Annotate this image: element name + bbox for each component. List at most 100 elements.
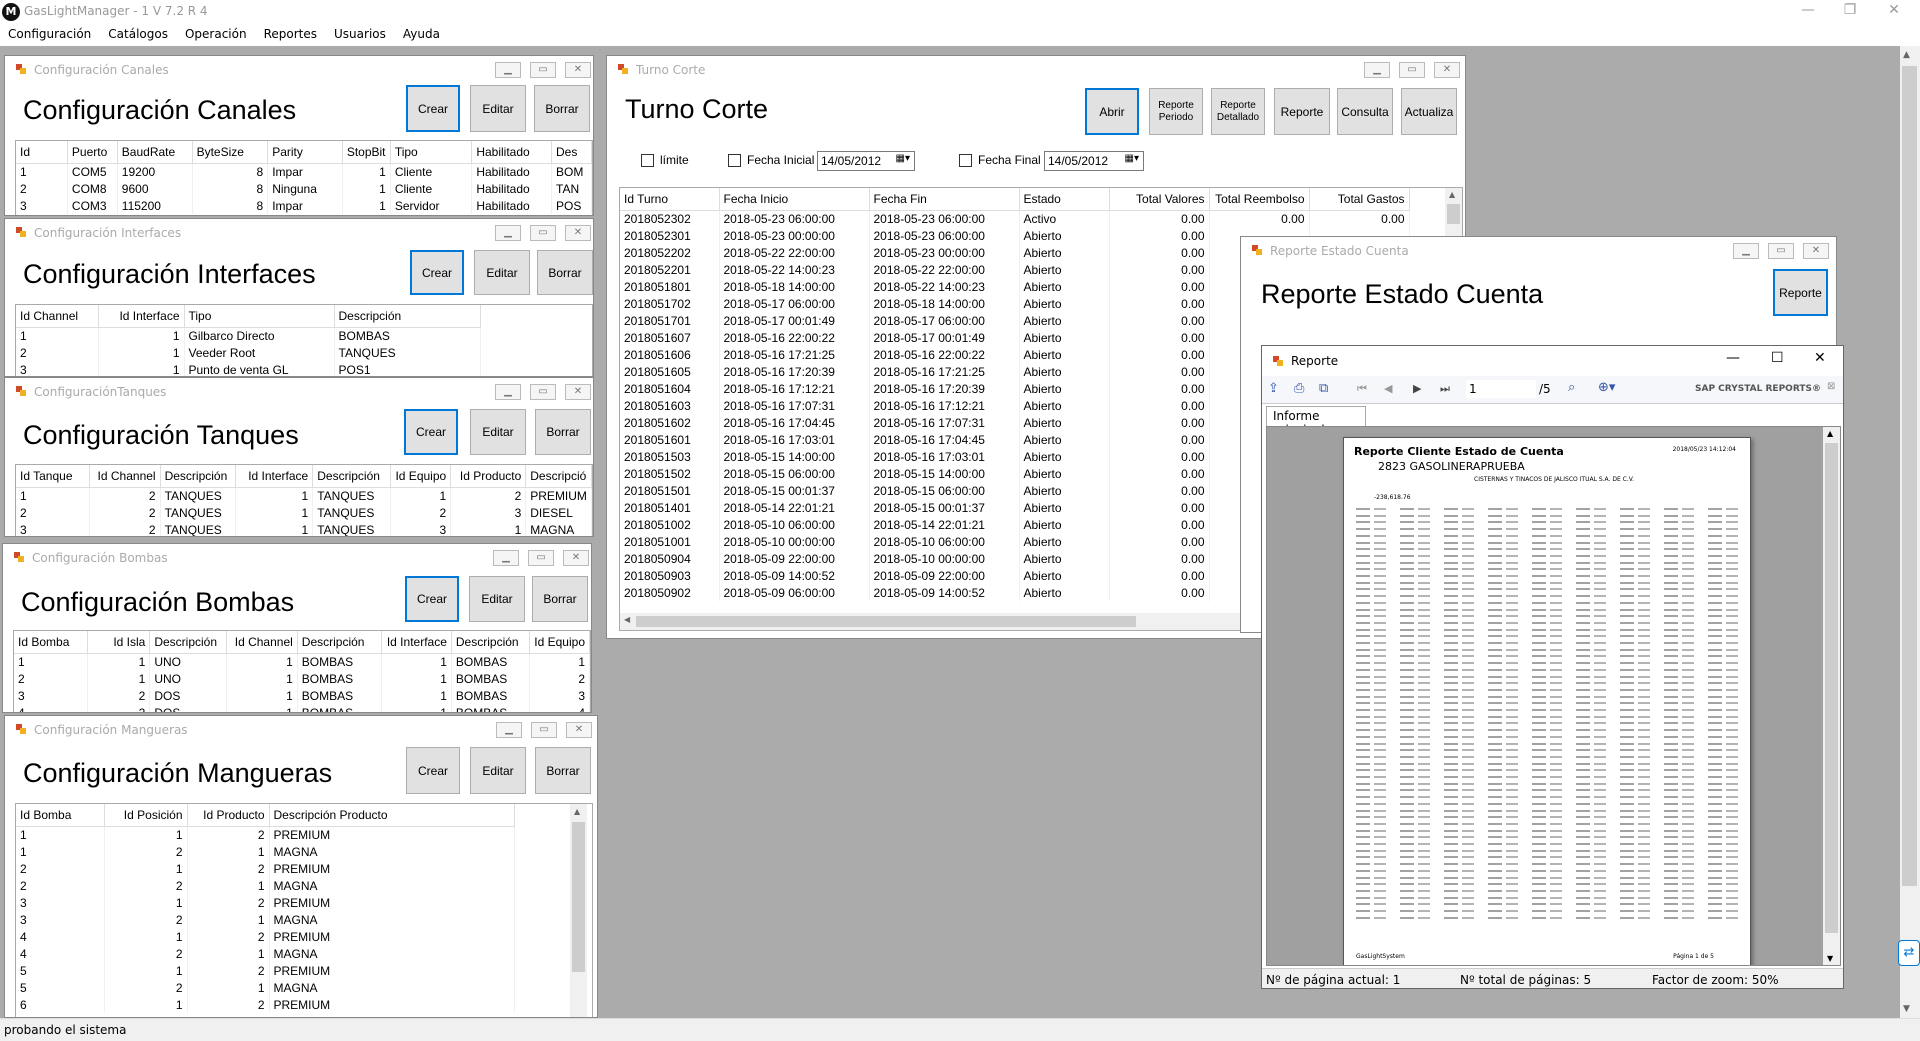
minimize-icon[interactable]: — <box>1788 2 1828 22</box>
column-header[interactable]: Id Interface <box>98 305 185 328</box>
minimize-icon[interactable]: ▁ <box>495 384 521 400</box>
print-icon[interactable]: ⎙ <box>1294 381 1304 396</box>
column-header[interactable]: Id Channel <box>226 631 298 654</box>
reporte-button[interactable]: Reporte <box>1773 269 1828 316</box>
editar-button[interactable]: Editar <box>470 85 526 132</box>
fecha-final-checkbox[interactable]: Fecha Final <box>959 153 1041 167</box>
maximize-icon[interactable]: ▭ <box>1399 62 1425 78</box>
column-header[interactable]: Puerto <box>67 141 118 164</box>
calendar-icon[interactable]: ▦▾ <box>896 153 910 164</box>
crear-button[interactable]: Crear <box>410 250 464 295</box>
consulta-button[interactable]: Consulta <box>1337 88 1393 135</box>
column-header[interactable]: Descripción <box>334 305 481 328</box>
close-icon[interactable]: ✕ <box>565 62 591 78</box>
column-header[interactable]: Id Producto <box>450 465 527 488</box>
column-header[interactable]: Id Channel <box>16 305 99 328</box>
column-header[interactable]: Id Equipo <box>529 631 590 654</box>
table-row[interactable]: 1 2 1 MAGNA <box>16 843 515 860</box>
editar-button[interactable]: Editar <box>470 409 526 455</box>
column-header[interactable]: Fecha Fin <box>869 188 1020 211</box>
actualiza-button[interactable]: Actualiza <box>1401 88 1457 135</box>
export-icon[interactable]: ⇪ <box>1268 381 1279 396</box>
borrar-button[interactable]: Borrar <box>537 250 593 295</box>
table-row[interactable]: 1 2 TANQUES 1 TANQUES 1 2 PREMIUM <box>16 487 592 504</box>
table-row[interactable]: 2 COM8 9600 8 Ninguna 1 Cliente Habilitado TAN <box>16 180 592 197</box>
borrar-button[interactable]: Borrar <box>534 85 590 132</box>
checkbox-icon[interactable] <box>641 153 654 167</box>
maximize-icon[interactable]: ▭ <box>530 62 556 78</box>
table-row[interactable]: 5 2 1 MAGNA <box>16 979 515 996</box>
maximize-icon[interactable]: ▭ <box>531 722 557 738</box>
zoom-icon[interactable]: ⊕▾ <box>1598 380 1615 395</box>
column-header[interactable]: Id Isla <box>87 631 151 654</box>
column-header[interactable]: Tipo <box>184 305 335 328</box>
tab-informe-principal[interactable]: Informe principal <box>1266 406 1366 437</box>
column-header[interactable]: Descripción <box>312 465 392 488</box>
close-icon[interactable]: ✕ <box>566 722 592 738</box>
crear-button[interactable]: Crear <box>404 409 458 455</box>
borrar-button[interactable]: Borrar <box>535 409 591 455</box>
table-row[interactable]: 2 2 TANQUES 1 TANQUES 2 3 DIESEL <box>16 504 592 521</box>
minimize-icon[interactable]: ▁ <box>495 225 521 241</box>
column-header[interactable]: StopBit <box>342 141 391 164</box>
maximize-icon[interactable]: ▭ <box>1768 243 1794 259</box>
table-row[interactable]: 4 1 2 PREMIUM <box>16 928 515 945</box>
column-header[interactable]: Id Producto <box>187 804 270 827</box>
limite-checkbox[interactable]: límite <box>641 153 689 167</box>
column-header[interactable]: Id Bomba <box>14 631 89 654</box>
table-row[interactable]: 4 2 1 MAGNA <box>16 945 515 962</box>
find-icon[interactable]: ⌕ <box>1568 380 1575 395</box>
mangueras-grid[interactable]: Id Bomba Id Posición Id Producto Descrip… <box>15 803 593 1017</box>
table-row[interactable]: 3 1 2 PREMIUM <box>16 894 515 911</box>
column-header[interactable]: Estado <box>1019 188 1110 211</box>
table-row[interactable]: 2018052302 2018-05-23 06:00:00 2018-05-23 … <box>620 210 1410 227</box>
fecha-inicial-picker[interactable]: 14/05/2012 ▦▾ <box>817 151 915 171</box>
table-row[interactable]: 6 1 2 PREMIUM <box>16 996 515 1013</box>
maximize-icon[interactable]: ▭ <box>528 550 554 566</box>
side-tool-icon[interactable]: ⇄ <box>1898 940 1920 966</box>
column-header[interactable]: Des <box>551 141 592 164</box>
column-header[interactable]: Parity <box>267 141 343 164</box>
interfaces-grid[interactable]: Id Channel Id Interface Tipo Descripción… <box>15 304 593 376</box>
table-row[interactable]: 3 2 TANQUES 1 TANQUES 3 1 MAGNA <box>16 521 592 536</box>
report-canvas[interactable]: Reporte Cliente Estado de Cuenta 2018/05… <box>1266 426 1841 966</box>
menu-reportes[interactable]: Reportes <box>256 24 326 41</box>
first-page-icon[interactable]: ⏮ <box>1357 382 1367 396</box>
table-row[interactable]: 2 1 2 PREMIUM <box>16 860 515 877</box>
column-header[interactable]: Id Interface <box>235 465 314 488</box>
editar-button[interactable]: Editar <box>470 747 526 794</box>
menu-operacion[interactable]: Operación <box>177 24 256 41</box>
close-icon[interactable]: ✕ <box>1814 350 1826 366</box>
column-header[interactable]: Descripción Producto <box>269 804 515 827</box>
table-row[interactable]: 3 1 Punto de venta GL POS1 <box>16 361 481 376</box>
borrar-button[interactable]: Borrar <box>535 747 591 794</box>
fecha-inicial-checkbox[interactable]: Fecha Inicial <box>728 153 814 167</box>
tanques-grid[interactable]: Id Tanque Id Channel Descripción Id Inte… <box>15 464 593 536</box>
column-header[interactable]: Tipo <box>390 141 473 164</box>
canales-grid[interactable]: Id Puerto BaudRate ByteSize Parity StopB… <box>15 140 593 215</box>
column-header[interactable]: BaudRate <box>117 141 193 164</box>
borrar-button[interactable]: Borrar <box>532 576 588 622</box>
table-row[interactable]: 3 2 1 MAGNA <box>16 911 515 928</box>
minimize-icon[interactable]: ▁ <box>496 722 522 738</box>
column-header[interactable]: Total Gastos <box>1309 188 1410 211</box>
copy-icon[interactable]: ⧉ <box>1319 381 1328 396</box>
close-icon[interactable]: ✕ <box>565 225 591 241</box>
close-icon[interactable]: ✕ <box>1803 243 1829 259</box>
table-row[interactable]: 1 1 Gilbarco Directo BOMBAS <box>16 327 481 344</box>
column-header[interactable]: Id Channel <box>89 465 161 488</box>
minimize-icon[interactable]: — <box>1726 350 1740 366</box>
table-row[interactable]: 2 1 UNO 1 BOMBAS 1 BOMBAS 2 <box>14 670 590 687</box>
grid-scrollbar[interactable]: ▲ <box>570 804 587 1017</box>
column-header[interactable]: Id Tanque <box>16 465 91 488</box>
table-row[interactable]: 5 1 2 PREMIUM <box>16 962 515 979</box>
bombas-grid[interactable]: Id Bomba Id Isla Descripción Id Channel … <box>13 630 591 712</box>
maximize-icon[interactable]: ▭ <box>530 225 556 241</box>
table-row[interactable]: 3 2 DOS 1 BOMBAS 1 BOMBAS 3 <box>14 687 590 704</box>
close-toolbar-icon[interactable]: ⊠ <box>1827 381 1835 392</box>
crear-button[interactable]: Crear <box>406 747 460 794</box>
maximize-icon[interactable]: ☐ <box>1771 350 1784 366</box>
column-header[interactable]: Fecha Inicio <box>719 188 870 211</box>
close-icon[interactable]: ✕ <box>1874 2 1914 22</box>
minimize-icon[interactable]: ▁ <box>1364 62 1390 78</box>
